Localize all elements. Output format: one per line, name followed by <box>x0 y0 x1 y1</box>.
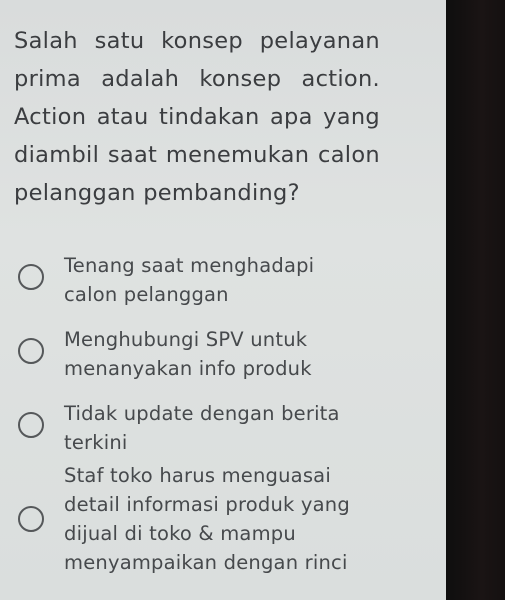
option-label: Tidak update dengan berita terkini <box>64 402 340 454</box>
radio-button[interactable] <box>18 338 44 364</box>
radio-button[interactable] <box>18 264 44 290</box>
radio-button[interactable] <box>18 506 44 532</box>
device-bezel <box>446 0 505 600</box>
option-label: Menghubungi SPV untuk menanyakan info pr… <box>64 328 312 380</box>
option-label: Tenang saat menghadapi calon pelanggan <box>64 254 315 306</box>
radio-button[interactable] <box>18 412 44 438</box>
option-label: Staf toko harus menguasai detail informa… <box>64 464 350 574</box>
question-text: Salah satu konsep pelayanan prima adalah… <box>14 28 380 206</box>
quiz-screen: Salah satu konsep pelayanan prima adalah… <box>0 0 446 600</box>
